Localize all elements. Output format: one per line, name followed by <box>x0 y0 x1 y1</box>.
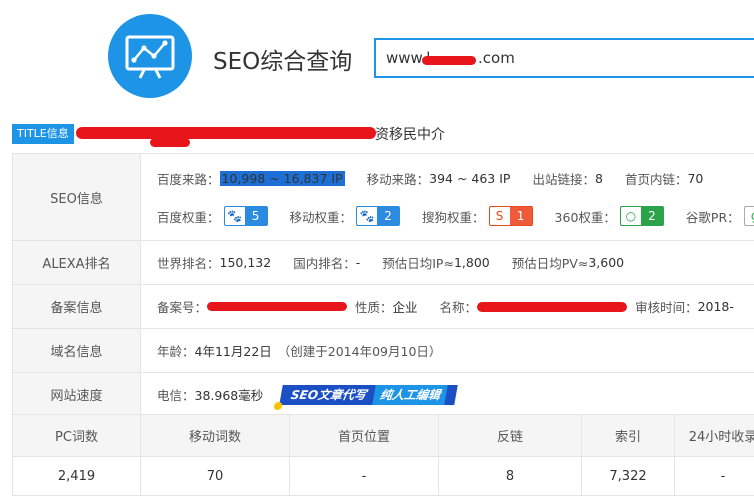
redaction-mark <box>477 301 628 312</box>
domain-created: （创建于2014年09月10日） <box>277 344 442 359</box>
domain-age: 年龄： 4年11月22日 <box>157 344 272 359</box>
mobile-words-value[interactable]: 70 <box>140 456 290 496</box>
world-rank: 世界排名： 150,132 <box>157 255 272 271</box>
page-title: SEO综合查询 <box>213 49 353 75</box>
speed-label: 网站速度 <box>12 372 141 417</box>
index-value[interactable]: 7,322 <box>581 456 675 496</box>
icp-label: 备案信息 <box>12 284 141 329</box>
redaction-mark <box>207 302 348 311</box>
seo-info-table: SEO信息 百度来路： 10,998 ~ 16,837 IP 移动来路： 394 ~… <box>12 153 754 417</box>
pc-words-value[interactable]: 2,419 <box>12 456 141 496</box>
indexed-24h-value: - <box>674 456 754 496</box>
stats-header: 24小时收录 <box>674 414 754 457</box>
sogou-weight[interactable]: 搜狗权重： S1 <box>422 206 533 226</box>
daily-pv: 预估日均PV≈ 3,600 <box>511 255 625 271</box>
title-badge: TITLE信息 <box>12 124 74 144</box>
google-icon: g <box>745 207 754 225</box>
mobile-from: 移动来路： 394 ~ 463 IP <box>366 170 511 187</box>
home-links[interactable]: 首页内链： 70 <box>625 169 703 188</box>
stats-header: 首页位置 <box>289 414 439 457</box>
icp-name: 名称： <box>440 297 628 316</box>
domain-row: 年龄： 4年11月22日 （创建于2014年09月10日） <box>157 332 754 370</box>
stats-header: PC词数 <box>12 414 141 457</box>
alexa-row: 世界排名： 150,132 国内排名： - 预估日均IP≈ 1,800 预估日均PV≈… <box>157 244 754 282</box>
backlinks-value[interactable]: 8 <box>438 456 582 496</box>
home-position-value: - <box>289 456 439 496</box>
telecom-speed: 电信： 38.968毫秒 <box>157 388 264 403</box>
paw-icon: 🐾 <box>227 209 242 223</box>
icp-review-time: 审核时间： 2018- <box>635 299 734 315</box>
icp-nature: 性质： 企业 <box>355 300 418 315</box>
table-row: 2,419 70 - 8 7,322 - <box>12 456 754 496</box>
domestic-rank: 国内排名： - <box>293 255 361 271</box>
baidu-from-value: 10,998 ~ 16,837 IP <box>219 170 345 186</box>
stats-header: 反链 <box>438 414 582 457</box>
keyword-stats-table: PC词数 移动词数 首页位置 反链 索引 24小时收录 2,419 70 - 8… <box>12 414 754 496</box>
chart-monitor-icon <box>125 35 175 79</box>
redaction-mark <box>76 127 376 139</box>
icp-number: 备案号： <box>157 297 348 316</box>
redaction-mark <box>422 56 476 65</box>
icp-row: 备案号： 性质： 企业 名称： 审核时间： 2018- <box>157 288 754 326</box>
baidu-weight[interactable]: 百度权重： 🐾 5 <box>157 206 268 226</box>
stats-header: 索引 <box>581 414 675 457</box>
seo-info-label: SEO信息 <box>12 153 141 241</box>
baidu-from: 百度来路： 10,998 ~ 16,837 IP <box>157 170 345 187</box>
s360-weight[interactable]: 360权重： ○ 2 <box>555 206 664 226</box>
alexa-label: ALEXA排名 <box>12 240 141 285</box>
redaction-mark <box>150 138 190 147</box>
speed-row: 电信： 38.968毫秒 SEO文章代写 纯人工编辑 <box>157 376 754 414</box>
page-title-text: 资移民中介 <box>375 127 445 143</box>
out-links[interactable]: 出站链接： 8 <box>532 169 602 188</box>
stats-header: 移动词数 <box>140 414 290 457</box>
traffic-row: 百度来路： 10,998 ~ 16,837 IP 移动来路： 394 ~ 463 I… <box>157 159 754 197</box>
daily-ip: 预估日均IP≈ 1,800 <box>382 255 490 271</box>
site-logo <box>108 14 192 98</box>
domain-label: 域名信息 <box>12 328 141 373</box>
paw-icon: 🐾 <box>359 209 375 223</box>
mobile-weight[interactable]: 移动权重： 🐾 2 <box>290 206 401 226</box>
360-icon: ○ <box>625 209 637 223</box>
google-pr[interactable]: 谷歌PR： g <box>686 206 754 226</box>
weight-row: 百度权重： 🐾 5 移动权重： 🐾 2 搜狗权重： S1 360权重： ○ 2 谷歌P… <box>157 197 754 235</box>
sogou-icon: S <box>495 209 504 223</box>
seo-writing-ad[interactable]: SEO文章代写 纯人工编辑 <box>273 384 459 410</box>
